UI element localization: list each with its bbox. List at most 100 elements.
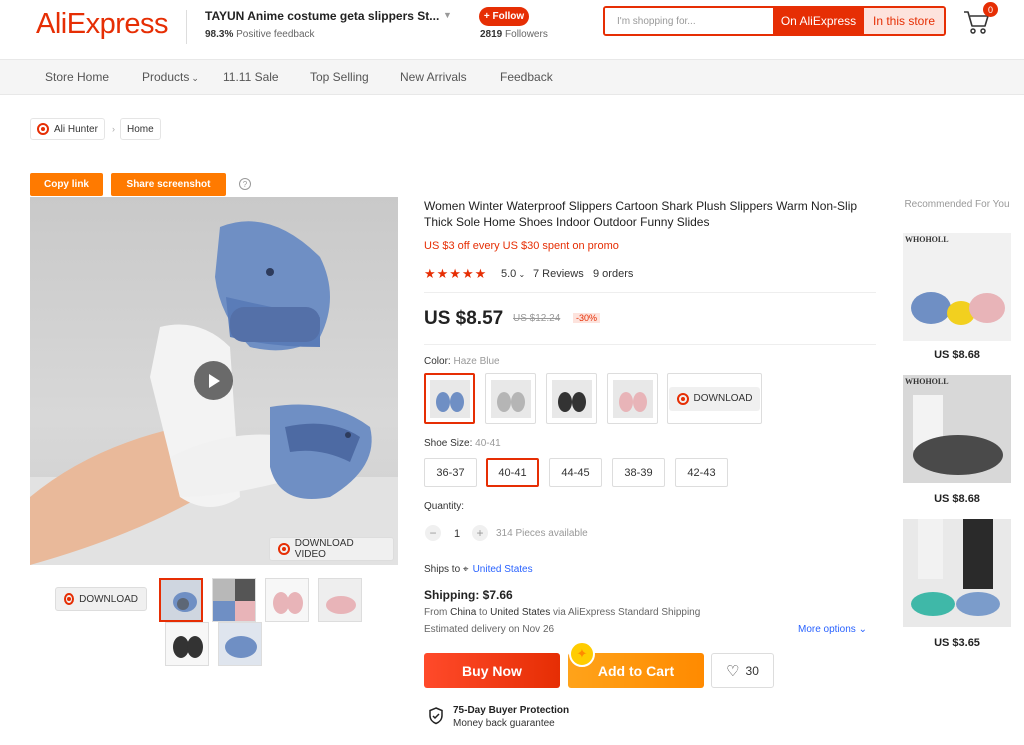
- download-video-button[interactable]: DOWNLOAD VIDEO: [269, 537, 394, 561]
- breadcrumb-ali-hunter-label: Ali Hunter: [54, 123, 98, 135]
- download-swatches-inner: DOWNLOAD: [668, 386, 761, 411]
- share-screenshot-button[interactable]: Share screenshot: [111, 173, 226, 196]
- buy-now-button[interactable]: Buy Now: [424, 653, 560, 688]
- followers: 2819 Followers: [480, 29, 548, 40]
- breadcrumb-separator: ›: [112, 124, 115, 134]
- recommended-watermark: WHOHOLL: [905, 235, 949, 244]
- to-text: to: [479, 607, 488, 618]
- heart-icon: ♡: [726, 662, 740, 680]
- rating-number: 5.0: [501, 268, 517, 280]
- shield-check-icon: [428, 707, 444, 730]
- feedback-percent: 98.3%: [205, 29, 234, 40]
- size-label: Shoe Size: 40-41: [424, 438, 501, 449]
- store-feedback: 98.3% Positive feedback: [205, 29, 315, 40]
- wishlist-button[interactable]: ♡ 30: [711, 653, 774, 688]
- recommended-item-image[interactable]: WHOHOLL: [903, 375, 1011, 483]
- rating-stars: ★★★★★: [424, 266, 488, 281]
- protection-title: 75-Day Buyer Protection: [453, 705, 570, 716]
- chevron-down-icon[interactable]: ▼: [443, 10, 452, 20]
- nav-sale[interactable]: 11.11 Sale: [223, 70, 279, 84]
- wishlist-count: 30: [745, 663, 759, 678]
- recommended-watermark: WHOHOLL: [905, 377, 949, 386]
- recommended-price: US $8.68: [934, 349, 980, 361]
- promo-text[interactable]: US $3 off every US $30 spent on promo: [424, 240, 619, 252]
- chevron-down-icon: ⌄: [858, 624, 867, 635]
- more-options-link[interactable]: More options ⌄: [798, 624, 867, 635]
- breadcrumb-home[interactable]: Home: [120, 118, 161, 140]
- target-icon: [64, 593, 75, 605]
- download-images-button[interactable]: DOWNLOAD: [55, 587, 147, 611]
- nav-store-home[interactable]: Store Home: [45, 70, 109, 84]
- ship-to: United States: [490, 607, 551, 618]
- ship-country[interactable]: United States: [473, 564, 533, 575]
- size-option[interactable]: 40-41: [486, 458, 539, 487]
- aliexpress-logo[interactable]: AliExpress: [36, 8, 169, 41]
- ships-to: Ships to ⌖ United States: [424, 564, 533, 575]
- product-title: Women Winter Waterproof Slippers Cartoon…: [424, 199, 858, 229]
- location-pin-icon: ⌖: [462, 564, 469, 575]
- thumbnail[interactable]: [165, 622, 209, 666]
- store-name[interactable]: TAYUN Anime costume geta slippers St...: [205, 9, 439, 23]
- color-swatch[interactable]: [607, 373, 658, 424]
- thumbnail[interactable]: [265, 578, 309, 622]
- play-video-button[interactable]: [194, 361, 233, 400]
- download-swatches-button[interactable]: DOWNLOAD: [667, 373, 762, 424]
- recommended-item-image[interactable]: [903, 519, 1011, 627]
- thumbnail[interactable]: [212, 578, 256, 622]
- nav-new-arrivals[interactable]: New Arrivals: [400, 70, 467, 84]
- search-aliexpress-button[interactable]: On AliExpress: [773, 8, 864, 34]
- color-swatch[interactable]: [424, 373, 475, 424]
- color-value: Haze Blue: [453, 356, 500, 367]
- quantity-plus-button[interactable]: +: [472, 525, 488, 541]
- color-swatch[interactable]: [546, 373, 597, 424]
- size-option[interactable]: 36-37: [424, 458, 477, 487]
- recommended-item-image[interactable]: WHOHOLL: [903, 233, 1011, 341]
- thumbnail[interactable]: [159, 578, 203, 622]
- protection-subtitle: Money back guarantee: [453, 718, 555, 729]
- size-label-text: Shoe Size:: [424, 438, 473, 449]
- reviews-link[interactable]: 7 Reviews: [533, 268, 584, 280]
- nav-products-label: Products: [142, 70, 190, 84]
- target-icon: [37, 123, 49, 135]
- star-badge-icon: ✦: [569, 641, 595, 667]
- size-option[interactable]: 44-45: [549, 458, 602, 487]
- thumbnail[interactable]: [218, 622, 262, 666]
- size-value: 40-41: [475, 438, 501, 449]
- orders-count: 9 orders: [593, 268, 634, 280]
- follow-button[interactable]: + Follow: [479, 7, 529, 26]
- breadcrumb-ali-hunter[interactable]: Ali Hunter: [30, 118, 105, 140]
- rating-value[interactable]: 5.0 ⌄: [501, 268, 525, 280]
- nav-top-selling[interactable]: Top Selling: [310, 70, 369, 84]
- download-swatches-label: DOWNLOAD: [693, 393, 753, 404]
- nav-feedback[interactable]: Feedback: [500, 70, 553, 84]
- help-icon[interactable]: ?: [239, 178, 251, 190]
- size-option[interactable]: 42-43: [675, 458, 728, 487]
- quantity-label: Quantity:: [424, 501, 465, 512]
- search-input[interactable]: [605, 8, 773, 34]
- color-swatch[interactable]: [485, 373, 536, 424]
- recommended-price: US $8.68: [934, 493, 980, 505]
- ship-via: via AliExpress Standard Shipping: [553, 607, 701, 618]
- recommended-title: Recommended For You: [904, 199, 1010, 210]
- ship-from: China: [450, 607, 477, 618]
- nav-products[interactable]: Products ⌄: [142, 70, 199, 84]
- search-store-button[interactable]: In this store: [864, 8, 944, 34]
- from-text: From: [424, 607, 448, 618]
- divider: [424, 292, 876, 293]
- quantity-minus-button[interactable]: −: [425, 525, 441, 541]
- size-option[interactable]: 38-39: [612, 458, 665, 487]
- discount-badge: -30%: [573, 313, 601, 323]
- color-label: Color: Haze Blue: [424, 356, 500, 367]
- estimated-delivery: Estimated delivery on Nov 26: [424, 624, 555, 635]
- followers-count: 2819: [480, 29, 503, 40]
- copy-link-button[interactable]: Copy link: [30, 173, 103, 196]
- quantity-value[interactable]: 1: [454, 528, 460, 540]
- shipping-cost: Shipping: $7.66: [424, 588, 513, 602]
- target-icon: [278, 543, 290, 555]
- feedback-label: Positive feedback: [236, 29, 315, 40]
- color-label-text: Color:: [424, 356, 451, 367]
- more-options-label: More options: [798, 624, 856, 635]
- search-bar: On AliExpress In this store: [603, 6, 946, 36]
- thumbnail[interactable]: [318, 578, 362, 622]
- current-price: US $8.57: [424, 308, 504, 329]
